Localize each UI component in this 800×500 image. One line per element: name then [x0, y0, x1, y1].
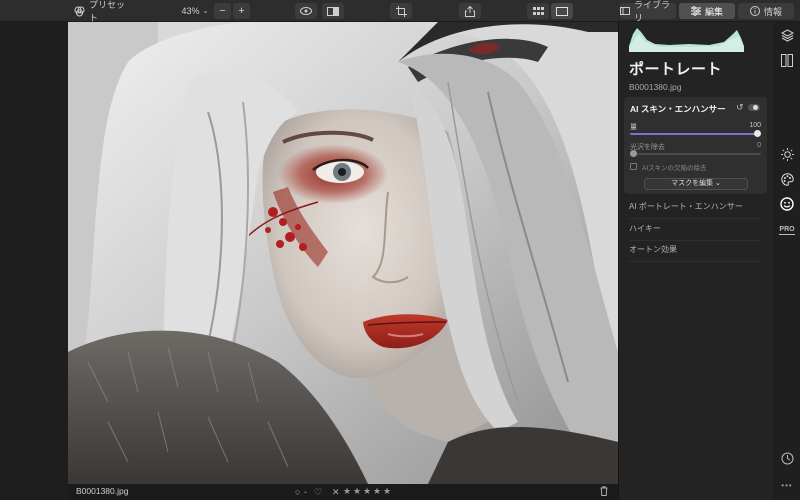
zoom-dropdown[interactable]: 43% ⌄	[178, 3, 212, 19]
tool-label: ハイキー	[629, 224, 661, 233]
rating-star-1[interactable]: ★	[343, 485, 351, 498]
preset-label: プリセット	[89, 0, 126, 23]
edit-mask-button[interactable]: マスクを編集 ⌄	[644, 178, 748, 190]
footer-filename: B0001380.jpg	[76, 486, 129, 496]
compare-icon[interactable]	[779, 52, 795, 68]
tab-edit[interactable]: 編集	[679, 3, 735, 19]
face-icon[interactable]	[779, 196, 795, 212]
tool-orton-effect[interactable]: オートン効果	[629, 244, 761, 262]
amount-value: 100	[749, 122, 761, 129]
compare-view-button[interactable]	[322, 3, 344, 19]
info-label: 情報	[763, 6, 782, 17]
edit-label: 編集	[704, 6, 723, 17]
more-label: •••	[781, 480, 793, 490]
preset-icon	[74, 6, 85, 17]
color-label-icon[interactable]: ○	[295, 486, 300, 498]
reset-icon[interactable]: ↺	[736, 102, 744, 113]
tool-ai-portrait-enhancer[interactable]: AI ポートレート・エンハンサー	[629, 201, 761, 219]
amount-slider-thumb[interactable]	[754, 130, 761, 137]
edit-panel: ポートレート B0001380.jpg AI スキン・エンハンサー ↺ 量 10…	[618, 22, 773, 500]
crop-button[interactable]	[390, 3, 412, 19]
tab-library[interactable]: ライブラリ	[620, 0, 676, 23]
ai-skin-enhancer-card: AI スキン・エンハンサー ↺ 量 100 光沢を除去 0 AIスキンの欠陥の除…	[624, 97, 767, 194]
single-view-button[interactable]	[551, 3, 573, 19]
eye-icon	[300, 7, 312, 15]
photo-canvas[interactable]	[68, 22, 618, 484]
tool-label: オートン効果	[629, 245, 677, 254]
zoom-label: 43%	[181, 6, 200, 16]
reject-icon[interactable]: ✕	[332, 486, 340, 498]
tool-high-key[interactable]: ハイキー	[629, 223, 761, 241]
page-title: ポートレート	[629, 61, 723, 78]
ai-skin-title: AI スキン・エンハンサー	[630, 104, 726, 114]
history-icon[interactable]	[779, 450, 795, 466]
rating-star-3[interactable]: ★	[363, 485, 371, 498]
shine-value: 0	[757, 142, 761, 149]
zoom-out-button[interactable]: −	[214, 3, 231, 19]
sliders-icon	[690, 6, 701, 16]
portrait-photo	[68, 22, 618, 484]
single-image-icon	[556, 6, 568, 16]
amount-slider-fill	[630, 133, 761, 135]
tab-info[interactable]: 情報	[738, 3, 794, 19]
tool-label: AI ポートレート・エンハンサー	[629, 202, 743, 211]
share-icon	[465, 5, 475, 17]
rating-star-4[interactable]: ★	[373, 485, 381, 498]
preset-button[interactable]: プリセット	[74, 0, 132, 23]
toggle-knob	[753, 105, 758, 110]
preview-eye-button[interactable]	[295, 3, 317, 19]
skin-defect-checkbox[interactable]	[630, 163, 637, 170]
trash-icon[interactable]	[600, 486, 608, 499]
pro-icon[interactable]: PRO	[779, 222, 795, 238]
visibility-toggle[interactable]	[748, 104, 760, 111]
rating-star-2[interactable]: ★	[353, 485, 361, 498]
crop-icon	[395, 5, 407, 17]
palette-icon[interactable]	[779, 171, 795, 187]
skin-defect-label: AIスキンの欠陥の除去	[642, 165, 707, 172]
histogram	[629, 28, 744, 52]
sun-icon[interactable]	[779, 146, 795, 162]
pro-label: PRO	[779, 225, 795, 235]
grid-icon	[532, 6, 544, 16]
library-icon	[620, 6, 630, 16]
split-compare-icon	[327, 6, 339, 16]
rating-star-5[interactable]: ★	[383, 485, 391, 498]
layers-icon[interactable]	[779, 27, 795, 43]
amount-label: 量	[630, 124, 637, 131]
top-toolbar: プリセット 43% ⌄ − + ライブラリ 編集 情報	[0, 0, 800, 23]
tool-category-rail: PRO •••	[773, 22, 800, 500]
zoom-in-button[interactable]: +	[233, 3, 250, 19]
library-label: ライブラリ	[634, 0, 671, 23]
info-icon	[749, 6, 760, 16]
status-bar: B0001380.jpg ○ ⌄ ♡ ✕ ★ ★ ★ ★ ★	[68, 484, 618, 500]
more-icon[interactable]: •••	[779, 477, 795, 493]
chevron-down-icon[interactable]: ⌄	[303, 486, 308, 498]
shine-slider[interactable]	[630, 150, 761, 157]
amount-slider[interactable]	[630, 130, 761, 137]
heart-icon[interactable]: ♡	[314, 486, 322, 498]
panel-filename: B0001380.jpg	[629, 82, 682, 92]
shine-slider-thumb[interactable]	[630, 150, 637, 157]
chevron-down-icon: ⌄	[202, 8, 209, 15]
grid-view-button[interactable]	[527, 3, 549, 19]
share-button[interactable]	[459, 3, 481, 19]
